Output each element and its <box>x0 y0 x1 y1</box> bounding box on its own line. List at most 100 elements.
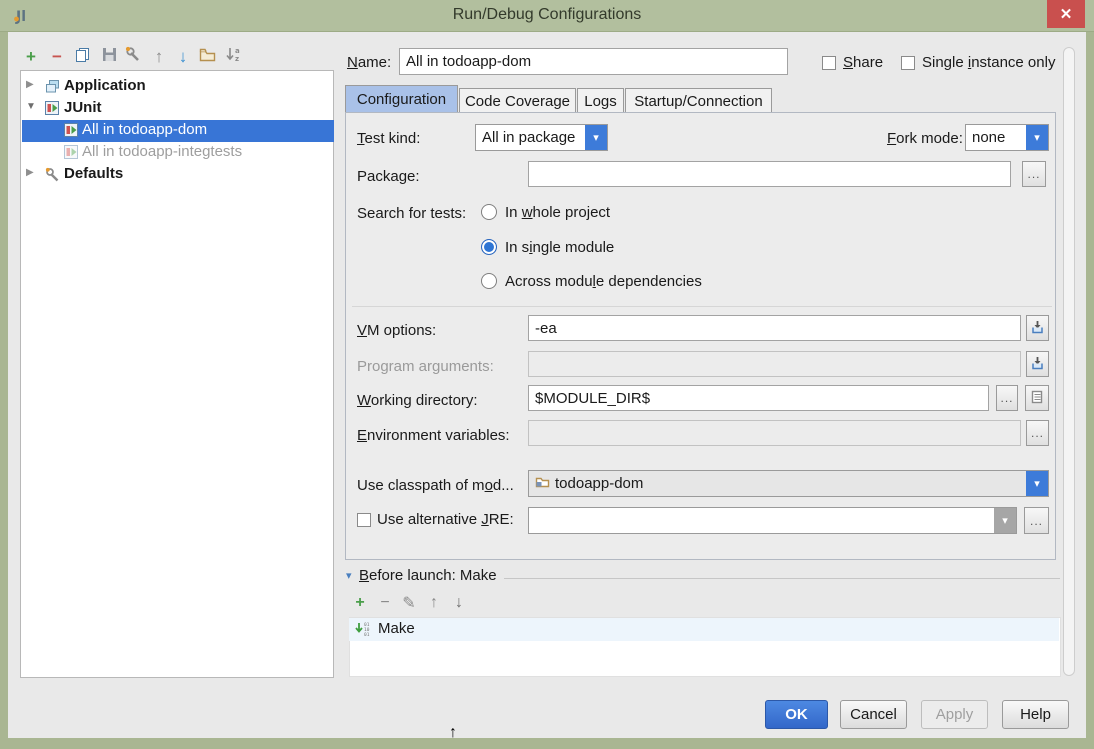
chevron-collapsed-icon[interactable]: ▶ <box>26 79 34 90</box>
name-input[interactable] <box>399 48 788 75</box>
window-title: Run/Debug Configurations <box>0 6 1094 24</box>
working-directory-label: Working directory: <box>357 392 478 409</box>
cancel-button-label: Cancel <box>850 706 897 723</box>
separator <box>352 306 1052 307</box>
environment-variables-input[interactable] <box>528 420 1021 446</box>
tab-configuration[interactable]: Configuration <box>345 85 458 113</box>
use-alternative-jre-label[interactable]: Use alternative JRE: <box>377 511 514 528</box>
fork-mode-select[interactable]: none ▾ <box>965 124 1049 151</box>
copy-icon <box>75 47 91 68</box>
remove-icon: − <box>380 594 389 612</box>
ok-button[interactable]: OK <box>765 700 828 729</box>
radio-across-module-dependencies[interactable] <box>481 273 497 289</box>
program-arguments-expand-button[interactable] <box>1026 351 1049 377</box>
tab-code-coverage[interactable]: Code Coverage <box>459 88 576 113</box>
ellipsis-icon: ... <box>1027 167 1040 181</box>
environment-variables-browse-button[interactable]: ... <box>1026 420 1049 446</box>
move-down-button[interactable]: ↓ <box>172 46 194 68</box>
create-folder-button[interactable] <box>196 46 218 68</box>
tree-item-label: All in todoapp-dom <box>82 121 207 138</box>
cancel-button[interactable]: Cancel <box>840 700 907 729</box>
remove-icon: − <box>52 47 62 67</box>
before-launch-move-down-button[interactable]: ↓ <box>449 593 469 613</box>
sort-az-icon: az <box>225 46 242 68</box>
copy-configuration-button[interactable] <box>72 46 94 68</box>
tab-logs[interactable]: Logs <box>577 88 624 113</box>
edit-defaults-button[interactable] <box>122 46 144 68</box>
before-launch-header[interactable]: Before launch: Make <box>359 567 497 584</box>
folder-icon <box>199 47 216 67</box>
working-directory-input[interactable] <box>528 385 989 411</box>
radio-in-single-module-label[interactable]: In single module <box>505 239 614 256</box>
before-launch-move-up-button[interactable]: ↑ <box>424 593 444 613</box>
package-input[interactable] <box>528 161 1011 187</box>
tree-item-all-in-todoapp-dom[interactable]: All in todoapp-dom <box>22 120 334 142</box>
save-icon <box>102 47 117 67</box>
fork-mode-label: Fork mode: <box>887 130 963 147</box>
ok-button-label: OK <box>785 706 808 723</box>
module-name: todoapp-dom <box>555 475 643 492</box>
chevron-down-icon[interactable]: ▾ <box>1026 471 1048 496</box>
vertical-scrollbar[interactable] <box>1063 47 1075 676</box>
add-configuration-button[interactable]: + <box>20 46 42 68</box>
chevron-down-icon[interactable]: ▾ <box>585 125 607 150</box>
tree-item-defaults[interactable]: ▶ Defaults <box>22 164 334 186</box>
alternative-jre-select[interactable]: ▾ <box>528 507 1017 534</box>
tree-item-label: Defaults <box>64 165 123 182</box>
before-launch-add-button[interactable]: + <box>350 593 370 613</box>
add-icon: + <box>355 594 364 612</box>
move-down-icon: ↓ <box>179 47 188 67</box>
sort-configurations-button[interactable]: az <box>222 46 244 68</box>
package-label: Package: <box>357 168 420 185</box>
radio-in-whole-project-label[interactable]: In whole project <box>505 204 610 221</box>
working-directory-macros-button[interactable] <box>1025 385 1049 411</box>
tree-item-label: JUnit <box>64 99 102 116</box>
working-directory-browse-button[interactable]: ... <box>996 385 1018 411</box>
chevron-collapsed-icon[interactable]: ▶ <box>26 167 34 178</box>
alternative-jre-browse-button[interactable]: ... <box>1024 507 1049 534</box>
tree-item-junit[interactable]: ▼ JUnit <box>22 98 334 120</box>
radio-across-module-dependencies-label[interactable]: Across module dependencies <box>505 273 702 290</box>
use-alternative-jre-checkbox[interactable] <box>357 513 371 527</box>
classpath-module-value: todoapp-dom <box>529 471 1026 496</box>
move-up-button[interactable]: ↑ <box>148 46 170 68</box>
program-arguments-input <box>528 351 1021 377</box>
help-button[interactable]: Help <box>1002 700 1069 729</box>
tab-startup-connection[interactable]: Startup/Connection <box>625 88 772 113</box>
chevron-down-icon[interactable]: ▾ <box>1026 125 1048 150</box>
test-kind-label: Test kind: <box>357 130 420 147</box>
radio-in-single-module[interactable] <box>481 239 497 255</box>
before-launch-item-label: Make <box>378 620 415 637</box>
tree-item-application[interactable]: ▶ Application <box>22 76 334 98</box>
alternative-jre-value <box>529 508 994 533</box>
package-browse-button[interactable]: ... <box>1022 161 1046 187</box>
apply-button-label: Apply <box>936 706 974 723</box>
remove-configuration-button[interactable]: − <box>46 46 68 68</box>
single-instance-checkbox[interactable] <box>901 56 915 70</box>
before-launch-remove-button[interactable]: − <box>375 593 395 613</box>
save-configuration-button[interactable] <box>98 46 120 68</box>
vm-options-input[interactable] <box>528 315 1021 341</box>
tree-item-all-in-todoapp-integtests[interactable]: All in todoapp-integtests <box>22 142 334 164</box>
svg-text:01: 01 <box>364 632 370 638</box>
before-launch-item-make[interactable]: 011001 Make <box>349 618 1059 641</box>
share-checkbox[interactable] <box>822 56 836 70</box>
close-button[interactable]: ✕ <box>1047 0 1085 28</box>
section-rule <box>504 578 1060 579</box>
vm-options-expand-button[interactable] <box>1026 315 1049 341</box>
titlebar[interactable]: Jl Run/Debug Configurations ✕ <box>0 0 1094 32</box>
move-up-icon: ↑ <box>155 47 164 67</box>
apply-button[interactable]: Apply <box>921 700 988 729</box>
use-classpath-label: Use classpath of mod... <box>357 477 514 494</box>
junit-icon <box>64 145 78 163</box>
configurations-tree: ▶ Application ▼ JUnit All in todoapp-dom… <box>20 70 334 678</box>
section-collapse-icon[interactable]: ▾ <box>346 569 352 582</box>
classpath-module-select[interactable]: todoapp-dom ▾ <box>528 470 1049 497</box>
tree-item-label: All in todoapp-integtests <box>82 143 242 160</box>
chevron-down-icon[interactable]: ▾ <box>994 508 1016 533</box>
chevron-expanded-icon[interactable]: ▼ <box>26 101 36 112</box>
test-kind-select[interactable]: All in package ▾ <box>475 124 608 151</box>
move-down-icon: ↓ <box>455 594 463 612</box>
before-launch-edit-button[interactable]: ✎ <box>399 593 419 613</box>
radio-in-whole-project[interactable] <box>481 204 497 220</box>
